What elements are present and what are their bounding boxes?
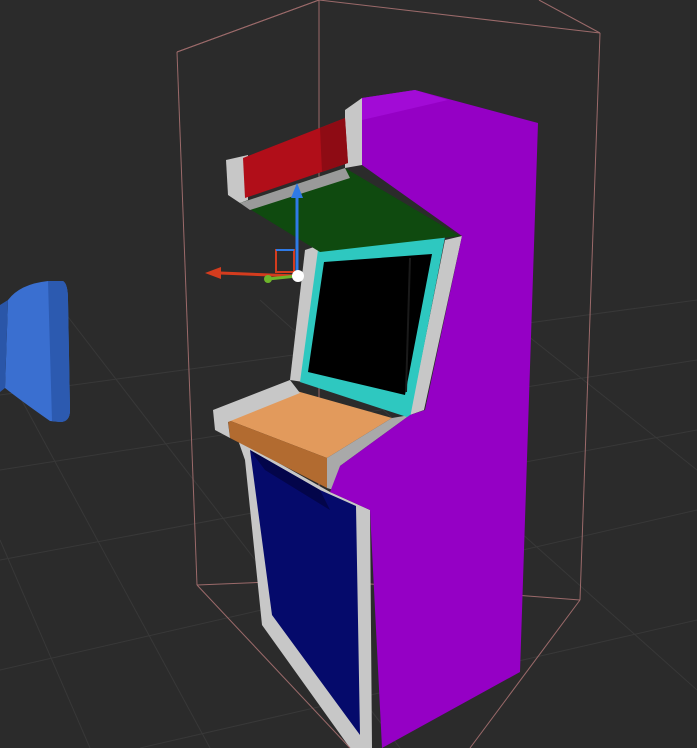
gizmo-y-handle[interactable] [264,275,272,283]
scene-viewport[interactable] [0,0,697,748]
gizmo-pivot[interactable] [292,270,304,282]
viewport-canvas[interactable] [0,0,697,748]
